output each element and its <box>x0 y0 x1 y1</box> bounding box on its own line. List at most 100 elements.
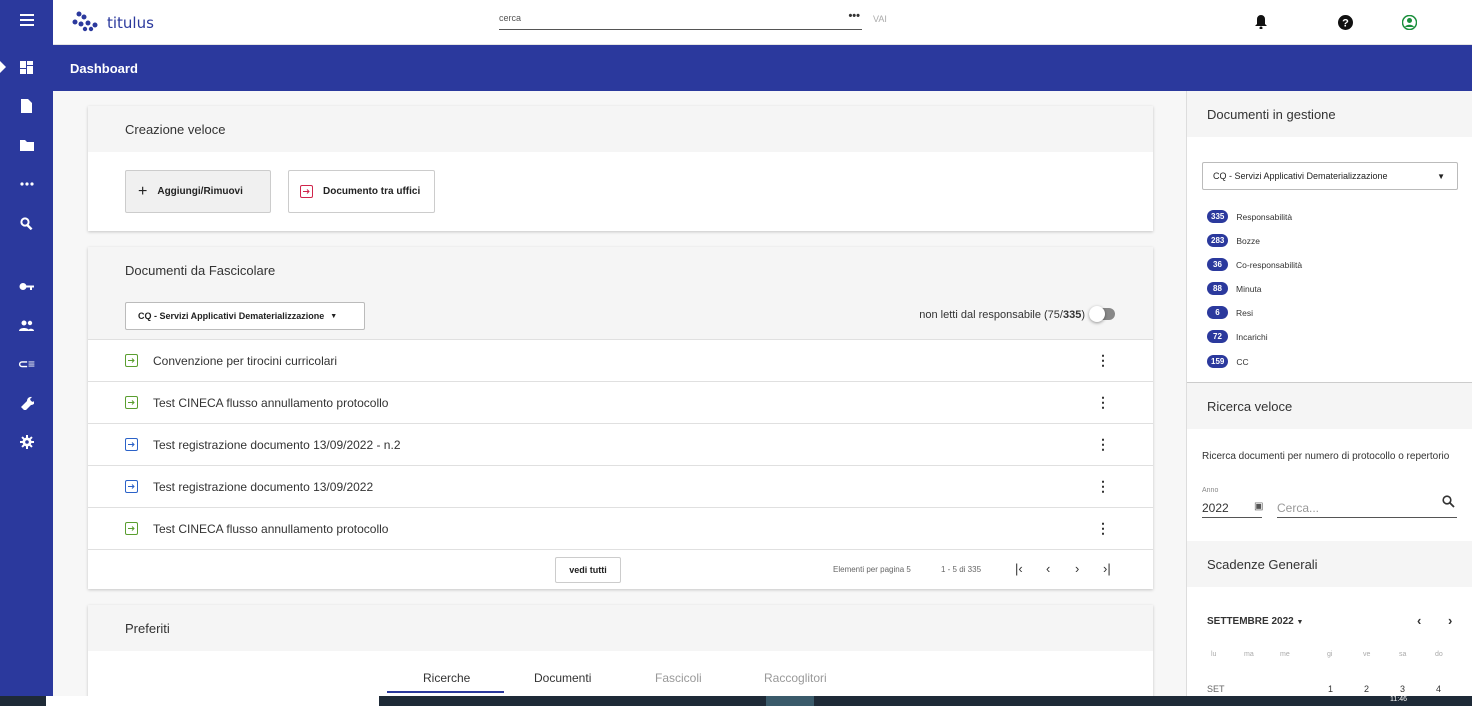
protocol-search-input[interactable]: Cerca... <box>1277 501 1457 518</box>
calendar-day[interactable]: 1 <box>1328 684 1333 694</box>
last-page-icon[interactable]: ›| <box>1103 561 1111 576</box>
count-badge: 6 <box>1207 306 1228 319</box>
weekday-label: ma <box>1244 651 1254 658</box>
list-item-title: Test CINECA flusso annullamento protocol… <box>153 395 389 410</box>
kebab-menu-icon[interactable]: ⋮ <box>1096 478 1110 495</box>
calendar-day[interactable]: 2 <box>1364 684 1369 694</box>
see-all-button[interactable]: vedi tutti <box>555 557 621 583</box>
titulus-logo-icon <box>72 11 98 32</box>
tab-raccoglitori[interactable]: Raccoglitori <box>764 671 827 685</box>
per-page-value[interactable]: 5 <box>906 565 910 574</box>
key-icon[interactable] <box>0 273 53 299</box>
calendar-day[interactable]: 4 <box>1436 684 1441 694</box>
dropdown-caret-icon: ▼ <box>1296 619 1304 626</box>
document-icon[interactable] <box>0 93 53 119</box>
kebab-menu-icon[interactable]: ⋮ <box>1096 394 1110 411</box>
calendar-month-selector[interactable]: SETTEMBRE 2022 ▼ <box>1207 616 1303 627</box>
main-content: Creazione veloce + Aggiungi/Rimuovi Docu… <box>53 91 1186 696</box>
per-page-text: Elementi per pagina <box>833 565 905 574</box>
see-all-label: vedi tutti <box>569 565 607 575</box>
count-item[interactable]: 159 CC <box>1207 355 1249 368</box>
unread-total: 335 <box>1062 309 1082 321</box>
count-item[interactable]: 36 Co-responsabilità <box>1207 258 1302 271</box>
search-input[interactable] <box>499 8 829 28</box>
tab-documenti[interactable]: Documenti <box>534 671 591 685</box>
inter-office-doc-label: Documento tra uffici <box>323 186 421 197</box>
list-item[interactable]: Test CINECA flusso annullamento protocol… <box>88 507 1153 549</box>
sidebar: ⊂≡ <box>0 0 53 696</box>
quick-search-title: Ricerca veloce <box>1187 383 1472 429</box>
more-icon[interactable] <box>0 171 53 197</box>
documents-to-file-title: Documenti da Fascicolare <box>88 247 1153 293</box>
settings-gear-icon[interactable] <box>0 429 53 455</box>
calendar-next-icon[interactable]: › <box>1448 613 1452 628</box>
users-icon[interactable] <box>0 312 53 338</box>
unread-filter-label: non letti dal responsabile (75/335) <box>919 309 1085 321</box>
documents-in-management-title: Documenti in gestione <box>1187 91 1472 137</box>
office-dropdown[interactable]: CQ - Servizi Applicativi Dematerializzaz… <box>125 302 365 330</box>
calendar-icon[interactable]: ▣ <box>1254 501 1263 512</box>
bell-icon[interactable] <box>1251 12 1271 32</box>
search-icon[interactable] <box>1442 495 1455 513</box>
list-item[interactable]: Test CINECA flusso annullamento protocol… <box>88 381 1153 423</box>
page-range: 1 - 5 di 335 <box>941 565 982 574</box>
green-arrow-in-icon <box>125 353 140 368</box>
kebab-menu-icon[interactable]: ⋮ <box>1096 436 1110 453</box>
app-name: titulus <box>107 14 154 32</box>
weekday-label: me <box>1280 651 1290 658</box>
previous-page-icon[interactable]: ‹ <box>1046 561 1050 576</box>
calendar-month: SETTEMBRE 2022 <box>1207 616 1294 627</box>
dashboard-icon[interactable] <box>0 54 53 80</box>
count-item[interactable]: 72 Incarichi <box>1207 330 1268 343</box>
calendar-day[interactable]: 3 <box>1400 684 1405 694</box>
page-title: Dashboard <box>70 61 138 76</box>
quick-create-title: Creazione veloce <box>88 106 1153 152</box>
count-label: CC <box>1236 356 1249 367</box>
count-item[interactable]: 88 Minuta <box>1207 282 1262 295</box>
help-icon[interactable]: ? <box>1335 12 1355 32</box>
folder-icon[interactable] <box>0 132 53 158</box>
search-go-button[interactable]: VAI <box>873 14 887 24</box>
unread-toggle[interactable] <box>1089 306 1115 322</box>
taskbar-clock: 11:46 <box>1390 696 1407 703</box>
tab-fascicoli[interactable]: Fascicoli <box>655 671 702 685</box>
account-icon[interactable] <box>1399 12 1419 32</box>
app-logo[interactable]: titulus <box>71 8 154 32</box>
wrench-icon[interactable] <box>0 390 53 416</box>
blue-arrow-in-icon <box>125 437 140 452</box>
taskbar-active-app[interactable] <box>766 696 814 706</box>
count-badge: 283 <box>1207 234 1229 247</box>
favorites-title: Preferiti <box>88 605 1153 651</box>
count-item[interactable]: 335 Responsabilità <box>1207 210 1292 223</box>
list-item[interactable]: Test registrazione documento 13/09/2022 … <box>88 465 1153 507</box>
list-icon[interactable]: ⊂≡ <box>0 351 53 377</box>
next-page-icon[interactable]: › <box>1075 561 1079 576</box>
inter-office-document-button[interactable]: Documento tra uffici <box>288 170 435 213</box>
year-field[interactable]: 2022 ▣ <box>1202 501 1263 518</box>
svg-text:?: ? <box>1342 17 1349 29</box>
list-item-title: Test registrazione documento 13/09/2022 <box>153 479 374 494</box>
add-remove-button[interactable]: + Aggiungi/Rimuovi <box>125 170 271 213</box>
kebab-menu-icon[interactable]: ⋮ <box>1096 352 1110 369</box>
tab-ricerche[interactable]: Ricerche <box>423 671 470 685</box>
menu-icon[interactable] <box>0 7 53 33</box>
calendar-row-label: SET <box>1207 684 1225 694</box>
first-page-icon[interactable]: |‹ <box>1015 561 1023 576</box>
per-page-label: Elementi per pagina 5 <box>833 565 911 574</box>
list-item[interactable]: Test registrazione documento 13/09/2022 … <box>88 423 1153 465</box>
search-options-icon[interactable]: ••• <box>848 10 860 22</box>
quick-search-description: Ricerca documenti per numero di protocol… <box>1202 451 1450 462</box>
search-icon[interactable] <box>0 210 53 236</box>
count-item[interactable]: 283 Bozze <box>1207 234 1260 247</box>
management-office-dropdown[interactable]: CQ - Servizi Applicativi Dematerializzaz… <box>1202 162 1458 190</box>
count-badge: 159 <box>1207 355 1229 368</box>
weekday-label: sa <box>1399 651 1407 658</box>
calendar-prev-icon[interactable]: ‹ <box>1417 613 1421 628</box>
dropdown-caret-icon: ▼ <box>1437 172 1445 181</box>
kebab-menu-icon[interactable]: ⋮ <box>1096 520 1110 537</box>
weekday-label: do <box>1435 651 1443 658</box>
unread-close: ) <box>1081 309 1085 321</box>
count-item[interactable]: 6 Resi <box>1207 306 1253 319</box>
list-item[interactable]: Convenzione per tirocini curricolari ⋮ <box>88 339 1153 381</box>
taskbar-search-box[interactable] <box>46 696 379 706</box>
